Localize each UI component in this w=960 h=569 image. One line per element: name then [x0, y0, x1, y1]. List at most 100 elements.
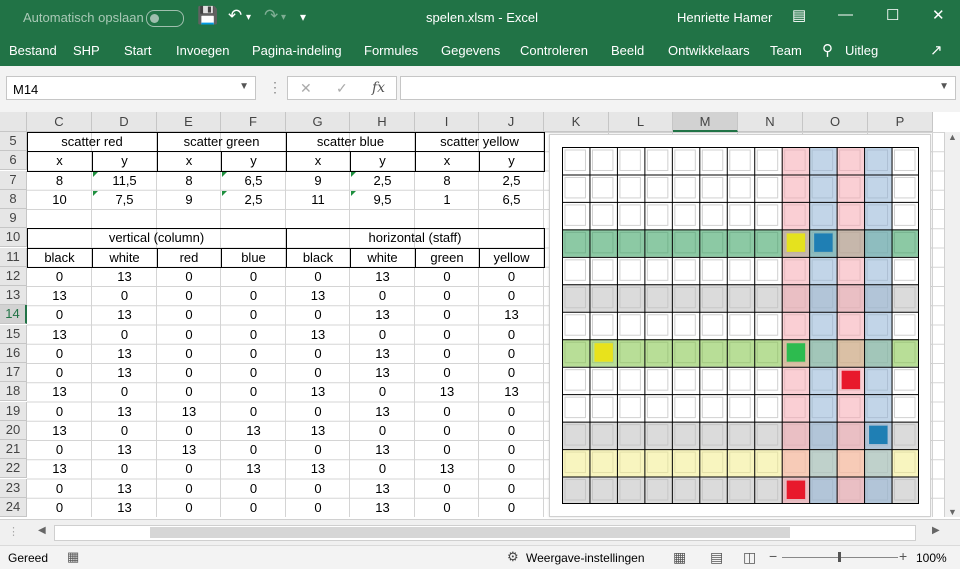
column-header-p[interactable]: P	[868, 112, 933, 132]
minimize-icon[interactable]: —	[838, 6, 853, 23]
table-cell[interactable]: 0	[479, 440, 544, 459]
table-cell[interactable]: 0	[221, 402, 286, 421]
tell-me-box[interactable]: Uitleg	[845, 43, 878, 58]
table-cell[interactable]: 13	[92, 305, 157, 324]
zoom-slider-thumb[interactable]	[838, 552, 841, 562]
table-cell[interactable]: 13	[350, 440, 415, 459]
board-marker[interactable]	[786, 480, 806, 499]
undo-icon[interactable]: ↶	[228, 6, 242, 26]
table-cell[interactable]: 0	[479, 267, 544, 286]
row-header-10[interactable]: 10	[0, 228, 27, 247]
table-cell[interactable]: 0	[415, 402, 479, 421]
table-cell[interactable]: 13	[92, 440, 157, 459]
row-header-20[interactable]: 20	[0, 421, 27, 440]
table-cell[interactable]: 13	[92, 498, 157, 517]
page-break-preview-icon[interactable]: ◫	[743, 549, 756, 566]
scroll-up-icon[interactable]: ▲	[948, 132, 957, 142]
tab-invoegen[interactable]: Invoegen	[176, 43, 230, 58]
table-cell[interactable]: 10	[27, 190, 92, 209]
autosave-toggle[interactable]	[146, 10, 184, 27]
horizontal-scrollbar[interactable]	[54, 525, 916, 541]
table-cell[interactable]: 13	[27, 286, 92, 305]
table-cell[interactable]: 0	[479, 344, 544, 363]
table-cell[interactable]: 8	[157, 171, 221, 190]
column-header-g[interactable]: G	[286, 112, 350, 132]
row-header-13[interactable]: 13	[0, 286, 27, 305]
table-cell[interactable]: 0	[157, 498, 221, 517]
column-header-o[interactable]: O	[803, 112, 868, 132]
table-cell[interactable]: 0	[415, 498, 479, 517]
column-header-k[interactable]: K	[544, 112, 609, 132]
table-cell[interactable]: 0	[27, 267, 92, 286]
table-cell[interactable]: 13	[350, 344, 415, 363]
table-cell[interactable]: 0	[157, 459, 221, 478]
tab-controleren[interactable]: Controleren	[520, 43, 588, 58]
row-header-11[interactable]: 11	[0, 248, 27, 267]
table-cell[interactable]: 0	[221, 344, 286, 363]
table-cell[interactable]: 0	[221, 363, 286, 382]
undo-dropdown-icon[interactable]: ▾	[246, 12, 251, 23]
table-cell[interactable]: 13	[27, 325, 92, 344]
table-cell[interactable]: 0	[350, 382, 415, 401]
table-cell[interactable]: 0	[350, 325, 415, 344]
row-header-7[interactable]: 7	[0, 171, 27, 190]
cancel-icon[interactable]: ✕	[300, 80, 312, 97]
table-cell[interactable]: 0	[157, 382, 221, 401]
tab-start[interactable]: Start	[124, 43, 151, 58]
display-settings-icon[interactable]: ⚙	[507, 549, 519, 565]
zoom-in-icon[interactable]: +	[899, 548, 907, 564]
tab-gegevens[interactable]: Gegevens	[441, 43, 500, 58]
table-cell[interactable]: 0	[27, 498, 92, 517]
board-marker[interactable]	[869, 425, 888, 445]
table-cell[interactable]: 13	[27, 459, 92, 478]
table-cell[interactable]: 0	[415, 440, 479, 459]
column-header-i[interactable]: I	[415, 112, 479, 132]
table-cell[interactable]: 13	[479, 305, 544, 324]
table-cell[interactable]: 0	[479, 402, 544, 421]
table-cell[interactable]: 0	[479, 498, 544, 517]
sheet-nav-dots-icon[interactable]: ⋮	[8, 525, 19, 538]
vertical-scrollbar[interactable]: ▲ ▼	[944, 132, 960, 517]
formula-input[interactable]: ▼	[400, 76, 956, 100]
table-cell[interactable]: 13	[286, 325, 350, 344]
table-cell[interactable]: 0	[221, 382, 286, 401]
table-cell[interactable]: 6,5	[479, 190, 544, 209]
share-icon[interactable]: ↗	[930, 41, 943, 59]
normal-view-icon[interactable]: ▦	[673, 549, 686, 566]
more-dots-icon[interactable]: ⋮	[268, 79, 282, 96]
table-cell[interactable]: 13	[350, 363, 415, 382]
table-cell[interactable]: 0	[92, 325, 157, 344]
scroll-left-icon[interactable]: ◀	[38, 525, 46, 536]
name-box[interactable]: M14 ▼	[6, 76, 256, 100]
table-cell[interactable]: 9	[157, 190, 221, 209]
page-layout-icon[interactable]: ▤	[710, 549, 723, 566]
zoom-level[interactable]: 100%	[916, 551, 947, 565]
row-header-6[interactable]: 6	[0, 151, 27, 170]
table-cell[interactable]: 0	[221, 440, 286, 459]
customize-qat-icon[interactable]: ▾	[300, 10, 306, 24]
table-cell[interactable]: 0	[92, 459, 157, 478]
tab-ontwikkelaars[interactable]: Ontwikkelaars	[668, 43, 750, 58]
column-header-c[interactable]: C	[27, 112, 92, 132]
table-cell[interactable]: 0	[221, 286, 286, 305]
table-cell[interactable]: 0	[415, 344, 479, 363]
table-cell[interactable]: 9	[286, 171, 350, 190]
table-cell[interactable]: 0	[221, 305, 286, 324]
table-cell[interactable]: 0	[415, 286, 479, 305]
table-cell[interactable]: 1	[415, 190, 479, 209]
column-header-e[interactable]: E	[157, 112, 221, 132]
table-cell[interactable]: 0	[415, 305, 479, 324]
table-cell[interactable]: 0	[286, 498, 350, 517]
table-cell[interactable]: 13	[350, 498, 415, 517]
table-cell[interactable]: 0	[286, 402, 350, 421]
table-cell[interactable]: 0	[350, 421, 415, 440]
table-cell[interactable]: 0	[221, 479, 286, 498]
tab-shp[interactable]: SHP	[73, 43, 100, 58]
table-cell[interactable]: 13	[286, 459, 350, 478]
table-cell[interactable]: 0	[221, 267, 286, 286]
table-cell[interactable]: 0	[157, 344, 221, 363]
table-cell[interactable]: 0	[92, 421, 157, 440]
row-header-8[interactable]: 8	[0, 190, 27, 209]
scroll-right-icon[interactable]: ▶	[932, 525, 940, 536]
row-header-15[interactable]: 15	[0, 325, 27, 344]
